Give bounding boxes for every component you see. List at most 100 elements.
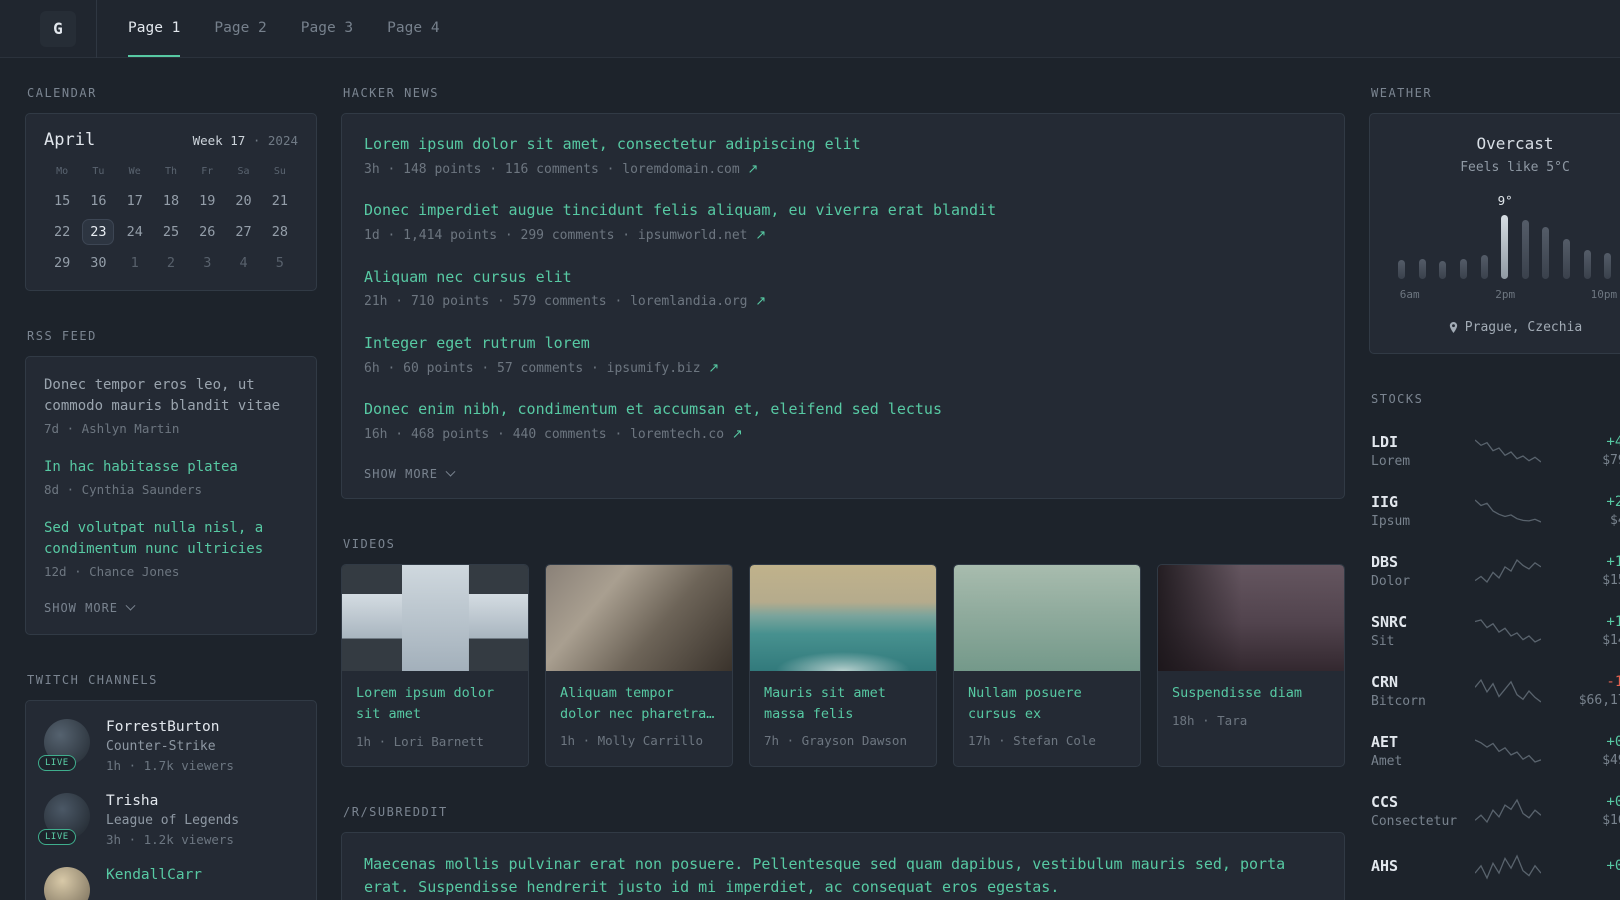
rss-show-more-button[interactable]: SHOW MORE — [44, 600, 136, 615]
video-title[interactable]: Suspendisse diam — [1172, 683, 1330, 703]
weather-condition: Overcast — [1476, 134, 1554, 153]
stock-change: +1.42% — [1606, 554, 1620, 570]
weather-bar — [1604, 253, 1612, 279]
stock-row[interactable]: LDI Lorem +4.35% $795.18 — [1371, 421, 1620, 481]
stock-change: +2.84% — [1606, 494, 1620, 510]
calendar-day[interactable]: 28 — [264, 219, 296, 245]
tab-page-3[interactable]: Page 3 — [301, 0, 353, 57]
calendar-day[interactable]: 17 — [119, 188, 151, 214]
twitch-channel-row[interactable]: LIVE ForrestBurton Counter-Strike 1h · 1… — [38, 719, 298, 773]
twitch-channel-meta: 3h · 1.2k viewers — [106, 832, 234, 848]
middle-column: HACKER NEWS Lorem ipsum dolor sit amet, … — [341, 86, 1345, 900]
calendar-day[interactable]: 19 — [191, 188, 223, 214]
twitch-channel-row[interactable]: KendallCarr — [44, 867, 298, 900]
rss-item-meta: 12d · Chance Jones — [44, 563, 180, 579]
video-thumbnail[interactable] — [546, 565, 732, 672]
external-link-icon[interactable]: ↗ — [708, 361, 719, 376]
stock-row[interactable]: IIG Ipsum +2.84% $42.04 — [1371, 481, 1620, 541]
twitch-channel-row[interactable]: LIVE Trisha League of Legends 3h · 1.2k … — [38, 793, 298, 848]
external-link-icon[interactable]: ↗ — [755, 228, 766, 243]
video-title[interactable]: Nullam posuere cursus ex — [968, 683, 1126, 724]
stock-price: $156.28 — [1602, 573, 1620, 588]
video-thumbnail[interactable] — [1158, 565, 1344, 672]
twitch-title: TWITCH CHANNELS — [27, 673, 158, 688]
video-card[interactable]: Mauris sit amet massa felis 7h · Grayson… — [749, 564, 937, 767]
calendar-day[interactable]: 23 — [82, 219, 115, 245]
rss-item-title[interactable]: Sed volutpat nulla nisl, a condimentum n… — [44, 518, 298, 560]
video-thumbnail[interactable] — [750, 565, 936, 672]
weather-hour-label: 10pm — [1590, 288, 1618, 301]
weather-widget: WEATHER Overcast Feels like 5°C 9° 6am 2… — [1369, 86, 1620, 354]
calendar-day[interactable]: 1 — [119, 250, 151, 276]
hackernews-item-title[interactable]: Integer eget rutrum lorem — [364, 333, 1322, 355]
twitch-channel-name[interactable]: ForrestBurton — [106, 719, 234, 735]
hackernews-item-title[interactable]: Donec enim nibh, condimentum et accumsan… — [364, 399, 1322, 421]
calendar-day[interactable]: 3 — [191, 250, 223, 276]
twitch-channel-name[interactable]: Trisha — [106, 793, 239, 809]
rss-title: RSS FEED — [27, 329, 97, 343]
calendar-day[interactable]: 22 — [46, 219, 78, 245]
calendar-day[interactable]: 20 — [228, 188, 260, 214]
stock-row[interactable]: AHS +0.46% — [1371, 841, 1620, 893]
stock-row[interactable]: SNRC Sit +1.36% $148.64 — [1371, 601, 1620, 661]
subreddit-post-title[interactable]: Maecenas mollis pulvinar erat non posuer… — [364, 853, 1322, 900]
video-title[interactable]: Lorem ipsum dolor sit amet consectetu… — [356, 683, 514, 725]
hackernews-item-title[interactable]: Donec imperdiet augue tincidunt felis al… — [364, 200, 1322, 222]
calendar-day[interactable]: 2 — [155, 250, 187, 276]
hackernews-item-title[interactable]: Lorem ipsum dolor sit amet, consectetur … — [364, 134, 1322, 156]
app-logo[interactable]: G — [40, 10, 76, 47]
stocks-list: LDI Lorem +4.35% $795.18 IIG Ipsum — [1369, 419, 1620, 893]
stock-symbol: CCS — [1371, 793, 1399, 811]
calendar-day[interactable]: 18 — [155, 188, 187, 214]
video-thumbnail[interactable] — [954, 565, 1140, 672]
calendar-day[interactable]: 25 — [155, 219, 187, 245]
calendar-day-header: Fr — [201, 166, 214, 177]
calendar-day[interactable]: 27 — [228, 219, 260, 245]
stock-price: $499.72 — [1602, 753, 1620, 768]
hackernews-item-meta-text: 21h · 710 points · 579 comments · loreml… — [364, 294, 748, 310]
calendar-title: CALENDAR — [27, 86, 97, 100]
calendar-day[interactable]: 30 — [82, 250, 114, 276]
calendar-day[interactable]: 21 — [264, 188, 296, 214]
tab-page-4[interactable]: Page 4 — [387, 0, 439, 57]
external-link-icon[interactable]: ↗ — [748, 162, 759, 177]
twitch-channel-name[interactable]: KendallCarr — [106, 867, 202, 883]
hackernews-item-title[interactable]: Aliquam nec cursus elit — [364, 267, 1322, 289]
stock-row[interactable]: DBS Dolor +1.42% $156.28 — [1371, 541, 1620, 601]
rss-item-title[interactable]: Donec tempor eros leo, ut commodo mauris… — [44, 375, 298, 417]
calendar-day[interactable]: 16 — [82, 188, 114, 214]
calendar-year: 2024 — [267, 133, 298, 148]
video-meta: 1h · Molly Carrillo — [560, 732, 703, 748]
calendar-day[interactable]: 4 — [228, 250, 260, 276]
hackernews-item: Donec imperdiet augue tincidunt felis al… — [364, 200, 1322, 245]
external-link-icon[interactable]: ↗ — [755, 294, 766, 309]
video-meta: 18h · Tara — [1172, 712, 1248, 728]
video-card[interactable]: Lorem ipsum dolor sit amet consectetu… 1… — [341, 564, 529, 767]
hackernews-show-more-button[interactable]: SHOW MORE — [364, 466, 456, 481]
video-thumbnail[interactable] — [342, 565, 528, 672]
calendar-day[interactable]: 5 — [264, 250, 296, 276]
hackernews-item: Aliquam nec cursus elit 21h · 710 points… — [364, 267, 1322, 312]
calendar-day[interactable]: 24 — [119, 219, 151, 245]
stock-row[interactable]: CRN Bitcorn -1.00% $66,171.48 — [1371, 661, 1620, 721]
video-card[interactable]: Suspendisse diam 18h · Tara — [1157, 564, 1345, 767]
video-card[interactable]: Nullam posuere cursus ex 17h · Stefan Co… — [953, 564, 1141, 767]
stock-name: Consectetur — [1371, 814, 1458, 829]
video-title[interactable]: Mauris sit amet massa felis — [764, 683, 922, 724]
video-title[interactable]: Aliquam tempor dolor nec pharetra… — [560, 683, 718, 724]
stock-row[interactable]: CCS Consectetur +0.51% $165.84 — [1371, 781, 1620, 841]
calendar-day[interactable]: 29 — [46, 250, 78, 276]
weather-bar — [1439, 261, 1447, 279]
calendar-day[interactable]: 15 — [46, 188, 78, 214]
rss-widget: RSS FEED Donec tempor eros leo, ut commo… — [25, 329, 317, 636]
calendar-day[interactable]: 26 — [191, 219, 223, 245]
calendar-day-header: Mo — [56, 166, 69, 177]
stock-row[interactable]: AET Amet +0.92% $499.72 — [1371, 721, 1620, 781]
tab-page-1[interactable]: Page 1 — [128, 0, 181, 57]
rss-card: Donec tempor eros leo, ut commodo mauris… — [25, 356, 317, 636]
top-nav: G Page 1 Page 2 Page 3 Page 4 — [0, 0, 1620, 58]
tab-page-2[interactable]: Page 2 — [214, 0, 266, 57]
rss-item-title[interactable]: In hac habitasse platea — [44, 457, 298, 478]
external-link-icon[interactable]: ↗ — [732, 427, 743, 442]
video-card[interactable]: Aliquam tempor dolor nec pharetra… 1h · … — [545, 564, 733, 767]
